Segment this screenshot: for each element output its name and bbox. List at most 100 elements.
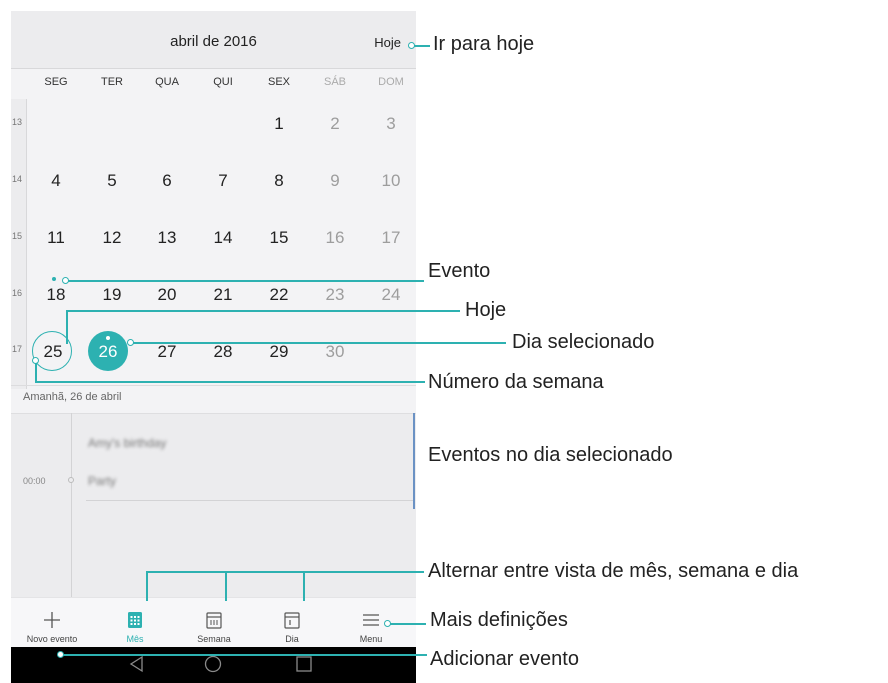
day-cell[interactable]: 28 [203, 342, 243, 362]
day-cell[interactable]: 2 [315, 114, 355, 134]
header-divider [11, 68, 416, 69]
event-item[interactable]: Party [88, 474, 116, 488]
day-cell[interactable]: 15 [259, 228, 299, 248]
day-cell[interactable]: 27 [147, 342, 187, 362]
callout-dot [32, 357, 39, 364]
callout-week-number: Número da semana [428, 371, 604, 393]
callout-line [132, 342, 506, 344]
event-dot [52, 277, 56, 281]
callout-line [66, 310, 460, 312]
day-cell[interactable]: 29 [259, 342, 299, 362]
event-dot [106, 336, 110, 340]
nav-label: Dia [285, 634, 299, 644]
weekday-label: SEG [44, 76, 68, 88]
month-title: abril de 2016 [170, 33, 257, 50]
callout-line [35, 362, 37, 382]
callout-more-settings: Mais definições [430, 609, 568, 631]
day-cell[interactable]: 13 [147, 228, 187, 248]
callout-selected-day: Dia selecionado [512, 331, 655, 353]
week-column-divider [26, 99, 27, 389]
system-nav-bar [11, 647, 416, 683]
callout-line [35, 381, 425, 383]
recents-icon[interactable] [294, 654, 314, 674]
calendar-header: abril de 2016 Hoje [11, 11, 416, 69]
callout-switch-views: Alternar entre vista de mês, semana e di… [428, 560, 799, 582]
day-cell[interactable]: 21 [203, 285, 243, 305]
day-cell[interactable]: 19 [92, 285, 132, 305]
event-indicator-bar [413, 413, 415, 509]
callout-line [146, 571, 424, 573]
weekday-label: QUA [155, 76, 179, 88]
callout-dot [127, 339, 134, 346]
callout-today: Hoje [465, 299, 507, 321]
callout-line [66, 310, 68, 344]
month-grid-icon [128, 612, 142, 628]
callout-event: Evento [428, 260, 491, 282]
callout-line [225, 571, 227, 601]
callout-line [389, 623, 426, 625]
day-cell[interactable]: 12 [92, 228, 132, 248]
home-icon[interactable] [203, 654, 223, 674]
nav-label: Semana [197, 634, 231, 644]
callout-dot [384, 620, 391, 627]
selected-day-cell[interactable]: 26 [88, 342, 128, 362]
day-cell[interactable]: 14 [203, 228, 243, 248]
day-cell[interactable]: 10 [371, 171, 411, 191]
day-cell[interactable]: 17 [371, 228, 411, 248]
day-cell[interactable]: 8 [259, 171, 299, 191]
nav-label: Novo evento [26, 634, 78, 644]
menu-icon [363, 614, 379, 626]
day-cell[interactable]: 9 [315, 171, 355, 191]
day-cell[interactable]: 24 [371, 285, 411, 305]
bottom-nav: Novo evento Mês Semana Dia Menu [11, 597, 416, 648]
day-cell[interactable]: 3 [371, 114, 411, 134]
day-cell[interactable]: 1 [259, 114, 299, 134]
day-cell[interactable]: 22 [259, 285, 299, 305]
event-item[interactable]: Amy's birthday [88, 436, 166, 450]
weekday-label: DOM [378, 76, 404, 88]
nav-label: Mês [126, 634, 144, 644]
callout-add-event: Adicionar evento [430, 648, 579, 670]
day-cell[interactable]: 16 [315, 228, 355, 248]
day-cell[interactable]: 23 [315, 285, 355, 305]
selected-date-label: Amanhã, 26 de abril [23, 391, 122, 403]
today-day-cell[interactable]: 25 [33, 342, 73, 362]
callout-line [67, 280, 424, 282]
week-view-button[interactable]: Semana [174, 598, 254, 648]
week-number: 16 [12, 288, 23, 298]
weekday-label: TER [101, 76, 123, 88]
day-calendar-icon [284, 612, 300, 629]
week-calendar-icon [206, 612, 222, 629]
callout-dot [408, 42, 415, 49]
new-event-button[interactable]: Novo evento [12, 598, 92, 648]
day-cell[interactable]: 11 [36, 228, 76, 248]
back-icon[interactable] [127, 654, 147, 674]
timeline-line [71, 413, 72, 597]
week-number: 14 [12, 174, 23, 184]
callout-line [146, 571, 148, 601]
day-cell[interactable]: 20 [147, 285, 187, 305]
week-number: 15 [12, 231, 23, 241]
month-view-button[interactable]: Mês [95, 598, 175, 648]
callout-dot [57, 651, 64, 658]
event-time: 00:00 [23, 476, 46, 486]
day-cell[interactable]: 5 [92, 171, 132, 191]
callout-events-on-day: Eventos no dia selecionado [428, 444, 673, 466]
callout-dot [62, 277, 69, 284]
callout-line [303, 571, 305, 601]
event-divider [86, 500, 413, 501]
day-cell[interactable]: 30 [315, 342, 355, 362]
day-cell[interactable]: 7 [203, 171, 243, 191]
callout-line [61, 654, 427, 656]
day-view-button[interactable]: Dia [252, 598, 332, 648]
day-cell[interactable]: 6 [147, 171, 187, 191]
calendar-divider [11, 385, 416, 386]
today-button[interactable]: Hoje [374, 35, 401, 50]
callout-go-today: Ir para hoje [433, 33, 535, 55]
week-number: 17 [12, 344, 23, 354]
plus-icon [44, 612, 60, 628]
weekday-label: SÁB [323, 76, 346, 88]
day-cell[interactable]: 18 [36, 285, 76, 305]
weekday-label: SEX [267, 76, 290, 88]
day-cell[interactable]: 4 [36, 171, 76, 191]
